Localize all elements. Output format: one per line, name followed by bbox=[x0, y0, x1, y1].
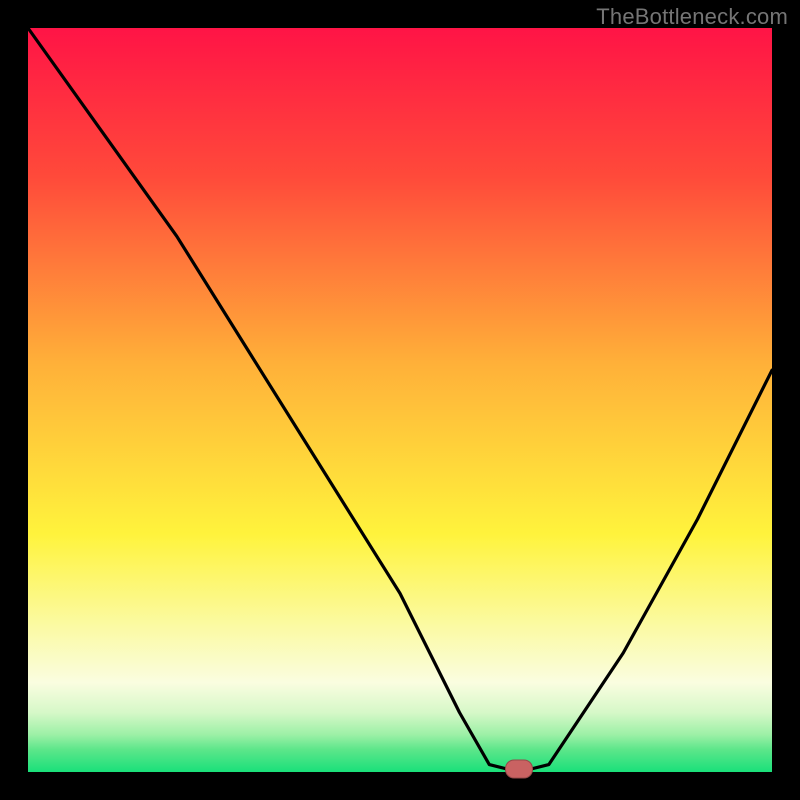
watermark-text: TheBottleneck.com bbox=[596, 4, 788, 30]
plot-area bbox=[28, 28, 772, 772]
minimum-marker bbox=[505, 760, 533, 779]
bottleneck-curve bbox=[28, 28, 772, 772]
chart-frame: TheBottleneck.com bbox=[0, 0, 800, 800]
